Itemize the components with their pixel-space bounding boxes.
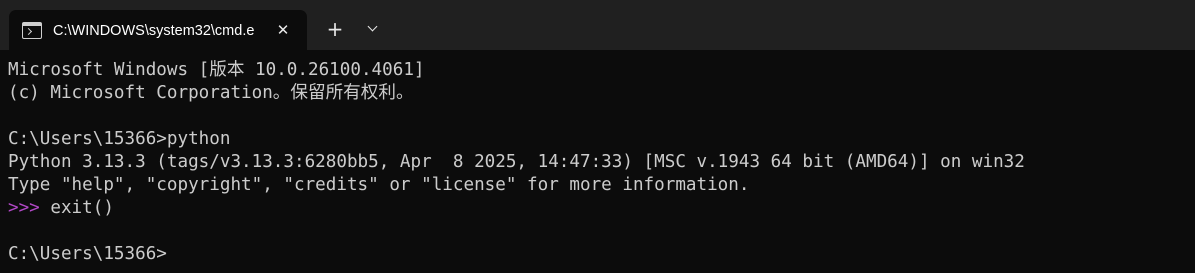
terminal-output[interactable]: Microsoft Windows [版本 10.0.26100.4061] (… [0,50,1183,273]
terminal-window: C:\WINDOWS\system32\cmd.e ✕ + Microsoft … [0,0,1195,273]
chevron-down-icon [367,21,378,32]
terminal-line-repl: >>> exit() [8,197,114,220]
terminal-icon [22,22,42,39]
terminal-line: Microsoft Windows [版本 10.0.26100.4061] [8,60,425,80]
repl-command: exit() [39,198,114,218]
terminal-line: Type "help", "copyright", "credits" or "… [8,175,750,195]
tab-cmd[interactable]: C:\WINDOWS\system32\cmd.e ✕ [9,10,307,50]
close-icon[interactable]: ✕ [272,19,294,41]
terminal-line: C:\Users\15366> [8,244,167,264]
terminal-line: C:\Users\15366>python [8,129,231,149]
tab-dropdown-button[interactable] [361,18,385,42]
tab-bar: C:\WINDOWS\system32\cmd.e ✕ + [0,0,1195,50]
terminal-line: (c) Microsoft Corporation。保留所有权利。 [8,83,414,103]
new-tab-button[interactable]: + [321,16,349,44]
scrollbar[interactable] [1183,50,1195,273]
repl-prompt: >>> [8,198,40,218]
tab-title: C:\WINDOWS\system32\cmd.e [53,23,255,39]
terminal-line: Python 3.13.3 (tags/v3.13.3:6280bb5, Apr… [8,152,1025,172]
